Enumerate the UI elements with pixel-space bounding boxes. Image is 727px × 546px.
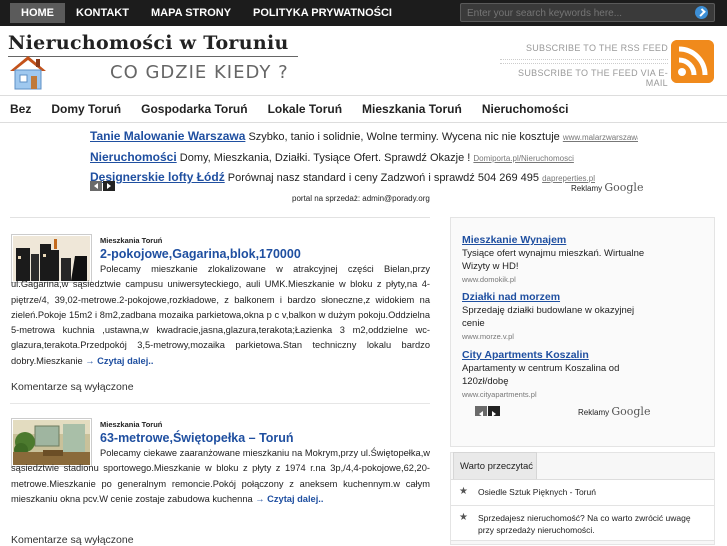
top-nav-kontakt[interactable]: KONTAKT: [65, 3, 140, 23]
subscribe-divider: [500, 59, 668, 60]
worth-reading-link[interactable]: Sprzedajesz nieruchomość? Na co warto zw…: [478, 513, 691, 535]
ads-label: Reklamy: [571, 184, 603, 193]
top-nav-polityka[interactable]: POLITYKA PRYWATNOŚCI: [242, 3, 403, 23]
list-item[interactable]: ★ Sprzedajesz nieruchomość? Na co warto …: [451, 506, 714, 541]
sidebar-ad-title[interactable]: Mieszkanie Wynajem: [462, 234, 652, 247]
category-nieruchomosci[interactable]: Nieruchomości: [472, 96, 579, 123]
ad-desc: Domy, Mieszkania, Działki. Tysiące Ofert…: [179, 151, 471, 164]
top-nav-home[interactable]: HOME: [10, 3, 65, 23]
site-title[interactable]: Nieruchomości w Toruniu: [8, 32, 289, 54]
top-ads: Tanie Malowanie Warszawa Szybko, tanio i…: [90, 127, 638, 189]
ad-title[interactable]: Tanie Malowanie Warszawa: [90, 129, 245, 143]
list-item[interactable]: ★ Osiedle Sztuk Pięknych - Toruń: [451, 480, 714, 506]
category-mieszkania-torun[interactable]: Mieszkania Toruń: [352, 96, 472, 123]
ad-pager: [90, 181, 115, 191]
post-category[interactable]: Mieszkania Toruń: [100, 420, 162, 429]
google-logo: Google: [604, 181, 644, 194]
category-domy-torun[interactable]: Domy Toruń: [41, 96, 131, 123]
ads-label: Reklamy: [578, 408, 610, 417]
portal-notice: portal na sprzedaż: admin@porady.org: [292, 194, 430, 203]
google-logo: Google: [611, 405, 651, 418]
sidebar-ad-title[interactable]: City Apartments Koszalin: [462, 349, 652, 362]
comments-status: Komentarze są wyłączone: [11, 534, 134, 546]
ad-prev-icon[interactable]: [90, 181, 102, 191]
sidebar-ad-item: City Apartments Koszalin Apartamenty w c…: [462, 349, 652, 401]
subscribe-rss-link[interactable]: SUBSCRIBE TO THE RSS FEED: [500, 43, 668, 53]
star-icon: ★: [459, 512, 468, 523]
star-icon: ★: [459, 486, 468, 497]
ad-desc: Porównaj nasz standard i ceny Zadzwoń i …: [227, 172, 540, 184]
sidebar-ad-desc: Tysiące ofert wynajmu mieszkań. Wirtualn…: [462, 248, 645, 272]
post-excerpt: Polecamy ciekawe zaaranżowane mieszkaniu…: [11, 446, 430, 507]
sidebar-ad-pager: [475, 406, 500, 417]
sidebar-ad-item: Działki nad morzem Sprzedaję działki bud…: [462, 291, 652, 343]
sidebar-ad-url[interactable]: www.cityapartments.pl: [462, 388, 652, 401]
sidebar-ad-title[interactable]: Działki nad morzem: [462, 291, 652, 304]
category-gospodarka-torun[interactable]: Gospodarka Toruń: [131, 96, 257, 123]
slogan: CO GDZIE KIEDY ?: [110, 62, 289, 83]
worth-reading-list: ★ Osiedle Sztuk Pięknych - Toruń ★ Sprze…: [451, 479, 714, 541]
sidebar-ad-item: Mieszkanie Wynajem Tysiące ofert wynajmu…: [462, 234, 652, 286]
ad-url[interactable]: www.malarzwarszawa.pl/ol: [563, 133, 638, 142]
comments-status: Komentarze są wyłączone: [11, 381, 134, 393]
post-separator: [10, 403, 430, 404]
post-category[interactable]: Mieszkania Toruń: [100, 236, 162, 245]
ads-by-google[interactable]: Reklamy Google: [571, 181, 643, 194]
sidebar-ads-by-google[interactable]: Reklamy Google: [578, 405, 650, 418]
ad-prev-icon[interactable]: [475, 406, 487, 417]
ad-next-icon[interactable]: [103, 181, 115, 191]
post-title[interactable]: 2-pokojowe,Gagarina,blok,170000: [100, 247, 301, 261]
post: Mieszkania Toruń 63-metrowe,Świętopełka …: [11, 418, 430, 528]
search-box: [460, 3, 715, 22]
rss-icon[interactable]: [671, 40, 714, 83]
category-nav: Bez Domy Toruń Gospodarka Toruń Lokale T…: [0, 96, 727, 123]
post: Mieszkania Toruń 2-pokojowe,Gagarina,blo…: [11, 234, 430, 374]
ad-item: Tanie Malowanie Warszawa Szybko, tanio i…: [90, 127, 638, 148]
ad-next-icon[interactable]: [488, 406, 500, 417]
ad-item: Designerskie lofty Łódź Porównaj nasz st…: [90, 168, 638, 189]
read-more-link[interactable]: → Czytaj dalej..: [255, 494, 323, 504]
sidebar-ad-desc: Sprzedaję działki budowlane w okazyjnej …: [462, 305, 635, 329]
ad-url[interactable]: Domiporta.pl/Nieruchomosci: [473, 154, 573, 163]
sidebar-ad-url[interactable]: www.morze.v.pl: [462, 330, 652, 343]
sidebar-ad-desc: Apartamenty w centrum Koszalina od 120zł…: [462, 363, 620, 387]
content-divider: [10, 217, 430, 218]
worth-reading-tab[interactable]: Warto przeczytać: [453, 452, 537, 479]
ad-title[interactable]: Nieruchomości: [90, 150, 177, 164]
search-input[interactable]: [467, 6, 687, 20]
search-go-icon[interactable]: [695, 6, 708, 19]
excerpt-text: Polecamy ciekawe zaaranżowane mieszkaniu…: [11, 448, 430, 504]
ad-item: Nieruchomości Domy, Mieszkania, Działki.…: [90, 148, 638, 169]
worth-reading-link[interactable]: Osiedle Sztuk Pięknych - Toruń: [478, 487, 596, 497]
category-bez[interactable]: Bez: [0, 96, 41, 123]
title-underline: [8, 56, 298, 57]
top-nav: HOME KONTAKT MAPA STRONY POLITYKA PRYWAT…: [10, 3, 403, 23]
house-icon[interactable]: [6, 53, 50, 91]
subscribe-email-link[interactable]: SUBSCRIBE TO THE FEED VIA E-MAIL: [500, 63, 668, 88]
sidebar-ad-url[interactable]: www.domokik.pl: [462, 273, 652, 286]
post-excerpt: Polecamy mieszkanie zlokalizowane w atra…: [11, 262, 430, 369]
ad-desc: Szybko, tanio i solidnie, Wolne terminy.…: [248, 131, 560, 143]
post-title[interactable]: 63-metrowe,Świętopełka – Toruń: [100, 431, 294, 445]
top-nav-mapa-strony[interactable]: MAPA STRONY: [140, 3, 242, 23]
category-lokale-torun[interactable]: Lokale Toruń: [258, 96, 352, 123]
read-more-link[interactable]: → Czytaj dalej..: [85, 356, 153, 366]
excerpt-text: Polecamy mieszkanie zlokalizowane w atra…: [11, 264, 430, 366]
